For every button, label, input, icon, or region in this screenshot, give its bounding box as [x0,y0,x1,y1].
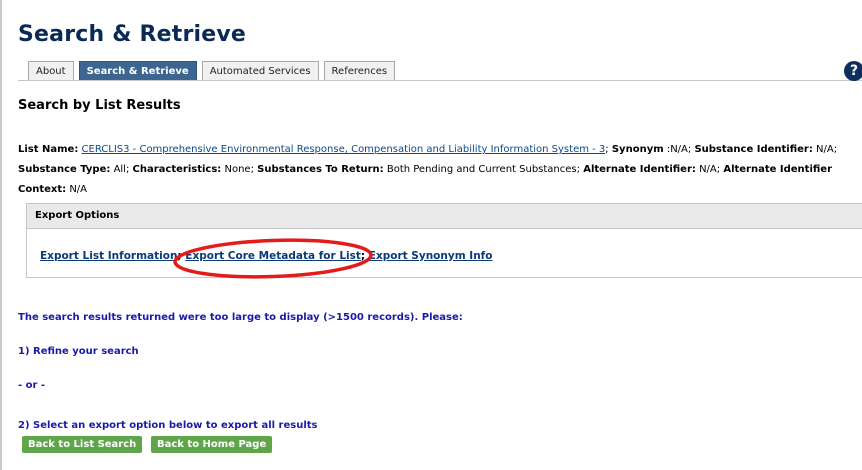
tab-search-retrieve[interactable]: Search & Retrieve [78,61,197,81]
page-title: Search & Retrieve [18,22,247,47]
criteria-line-3: Context: N/A [18,180,860,200]
characteristics-label: Characteristics: [132,164,222,175]
section-title: Search by List Results [18,98,181,113]
export-core-metadata-link[interactable]: Export Core Metadata for List [185,250,361,262]
substance-type-value: All; [113,164,130,175]
substance-identifier-value: N/A; [816,144,838,155]
refine-search-instruction: 1) Refine your search [18,346,139,357]
list-name-label: List Name: [18,144,79,155]
alternate-identifier-value: N/A; [699,164,721,175]
search-criteria: List Name: CERCLIS3 - Comprehensive Envi… [18,140,860,200]
or-divider-text: - or - [18,380,46,391]
tab-automated-services[interactable]: Automated Services [201,61,319,81]
alternate-identifier-2-label: Alternate Identifier [723,164,833,175]
characteristics-value: None; [224,164,254,175]
synonym-label: Synonym [611,144,664,155]
substances-to-return-value: Both Pending and Current Substances; [386,164,581,175]
back-to-list-search-button[interactable]: Back to List Search [22,436,143,453]
list-name-link[interactable]: CERCLIS3 - Comprehensive Environmental R… [82,144,606,155]
help-icon[interactable]: ? [844,61,862,81]
export-options-panel: Export Options Export List Information; … [26,203,862,278]
export-options-header: Export Options [27,204,862,229]
tab-about[interactable]: About [28,61,74,81]
left-border [0,0,2,470]
tab-references[interactable]: References [323,61,396,81]
context-value: N/A [69,184,88,195]
export-links: Export List Information; Export Core Met… [40,250,493,262]
synonym-value: :N/A; [666,144,692,155]
back-to-home-page-button[interactable]: Back to Home Page [151,436,273,453]
substance-type-label: Substance Type: [18,164,111,175]
tab-bar: About Search & Retrieve Automated Servic… [28,61,396,81]
results-too-large-message: The search results returned were too lar… [18,312,463,323]
substances-to-return-label: Substances To Return: [257,164,384,175]
export-list-info-link[interactable]: Export List Information [40,250,177,262]
criteria-line-2: Substance Type: All; Characteristics: No… [18,160,860,180]
tab-divider [18,80,862,81]
export-synonym-info-link[interactable]: Export Synonym Info [369,250,493,262]
substance-identifier-label: Substance Identifier: [694,144,813,155]
alternate-identifier-label: Alternate Identifier: [583,164,696,175]
select-export-instruction: 2) Select an export option below to expo… [18,420,318,431]
context-label: Context: [18,184,67,195]
criteria-line-1: List Name: CERCLIS3 - Comprehensive Envi… [18,144,838,155]
